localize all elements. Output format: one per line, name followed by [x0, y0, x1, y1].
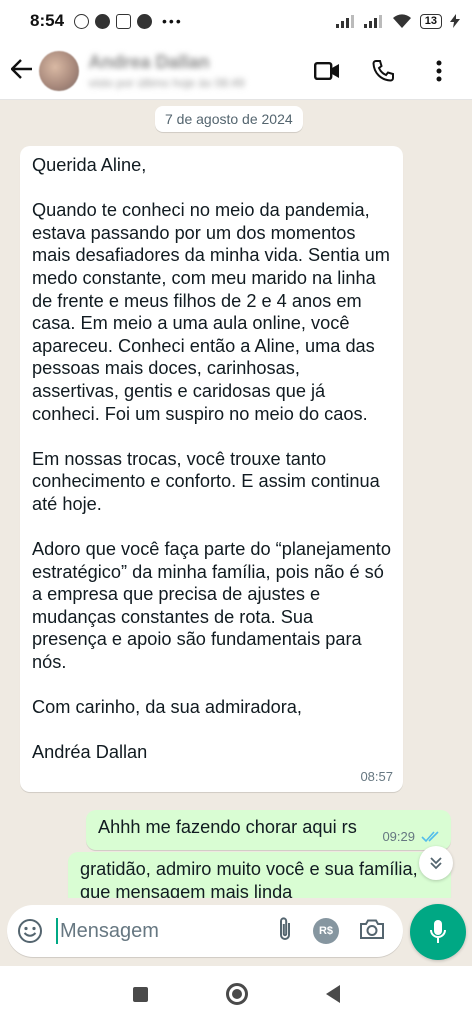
system-indicators: 13: [335, 13, 460, 29]
message-time: 09:29: [382, 829, 415, 844]
more-options-icon[interactable]: [426, 58, 452, 84]
video-call-icon[interactable]: [314, 58, 340, 84]
recent-apps-icon[interactable]: [132, 986, 148, 1002]
microphone-icon: [430, 920, 446, 943]
more-notifications-icon: •••: [162, 13, 183, 29]
outgoing-message[interactable]: Ahhh me fazendo chorar aqui rs 09:29: [86, 810, 451, 850]
app-notification-icon: [137, 13, 153, 29]
home-icon[interactable]: [225, 983, 248, 1005]
payment-icon[interactable]: R$: [313, 918, 339, 944]
message-composer: R$: [0, 898, 472, 966]
back-icon[interactable]: [325, 985, 340, 1003]
message-text: Querida Aline, Quando te conheci no meio…: [32, 155, 391, 763]
charging-icon: [450, 14, 460, 28]
camera-icon[interactable]: [359, 918, 385, 945]
scroll-to-bottom-button[interactable]: [419, 846, 453, 880]
emoji-icon[interactable]: [7, 918, 53, 944]
contact-info[interactable]: Andrea Dallan visto por último hoje às 0…: [89, 52, 314, 90]
back-arrow-icon[interactable]: [4, 55, 39, 86]
signal-icon: [335, 15, 354, 28]
contact-name: Andrea Dallan: [88, 51, 210, 72]
alarm-icon: [74, 13, 90, 29]
message-input[interactable]: [58, 919, 238, 943]
battery-icon: 13: [419, 13, 442, 29]
double-chevron-down-icon: [430, 857, 442, 870]
contact-status: visto por último hoje às 08:49: [88, 75, 245, 90]
attach-icon[interactable]: [277, 915, 293, 948]
voice-call-icon[interactable]: [370, 58, 396, 84]
system-navigation-bar: [0, 966, 472, 1022]
input-pill: R$: [7, 905, 403, 957]
status-bar: 8:54 ••• 13: [0, 0, 472, 42]
message-time: 08:57: [360, 769, 393, 785]
message-text: gratidão, admiro muito você e sua famíli…: [80, 859, 418, 902]
calendar-icon: [116, 13, 132, 29]
date-separator: 7 de agosto de 2024: [155, 106, 303, 132]
signal-icon: [363, 15, 382, 28]
voice-message-button[interactable]: [410, 904, 466, 960]
chat-area[interactable]: 7 de agosto de 2024 Querida Aline, Quand…: [0, 100, 472, 906]
chat-header: Andrea Dallan visto por último hoje às 0…: [0, 42, 472, 100]
read-receipt-icon: [421, 831, 439, 843]
incoming-message[interactable]: Querida Aline, Quando te conheci no meio…: [20, 146, 403, 793]
wifi-icon: [392, 14, 411, 28]
avatar[interactable]: [39, 50, 79, 91]
status-time: 8:54: [30, 11, 65, 30]
notification-icons: •••: [74, 13, 183, 29]
app-notification-icon: [95, 13, 111, 29]
